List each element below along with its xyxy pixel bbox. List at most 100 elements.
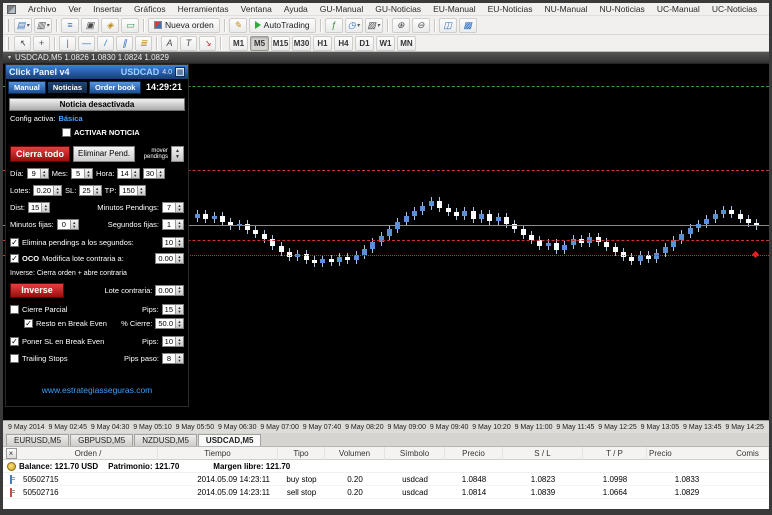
click-panel-titlebar[interactable]: Click Panel v4 USDCAD 4.0 ▦ — [6, 65, 188, 79]
label-button[interactable]: T — [180, 36, 197, 51]
menu-item[interactable]: GU-Manual — [314, 4, 369, 14]
zoom-out-button[interactable]: ⊖ — [412, 18, 430, 33]
minutos-pendings-stepper[interactable]: 7▲▼ — [162, 202, 184, 213]
order-row[interactable]: 50502716 2014.05.09 14:23:11 sell stop 0… — [3, 486, 769, 499]
minutos-stepper[interactable]: 30▲▼ — [143, 168, 165, 179]
toolbar-grip[interactable] — [6, 19, 9, 32]
terminal-column-header[interactable]: Volumen — [325, 447, 385, 460]
new-order-button[interactable]: Nueva orden — [148, 18, 220, 33]
arrows-button[interactable]: ↘ — [199, 36, 216, 51]
menu-item[interactable]: Gráficos — [128, 4, 172, 14]
autotrading-button[interactable]: AutoTrading — [249, 18, 316, 33]
terminal-column-header[interactable]: Símbolo — [385, 447, 445, 460]
tp-stepper[interactable]: 150▲▼ — [119, 185, 146, 196]
timeframe-button[interactable]: H4 — [334, 36, 353, 51]
activar-noticia-checkbox[interactable] — [62, 128, 71, 137]
elimina-pendings-checkbox[interactable] — [10, 238, 19, 247]
menu-item[interactable]: UC-Manual — [651, 4, 706, 14]
timeframe-button[interactable]: D1 — [355, 36, 374, 51]
menu-item[interactable]: Herramientas — [172, 4, 235, 14]
menu-item[interactable]: UC-Noticias — [706, 4, 763, 14]
timeframe-button[interactable]: M30 — [292, 36, 311, 51]
window-menu-icon[interactable]: ▾ — [8, 54, 11, 61]
tile-windows-button[interactable]: ◫ — [439, 18, 457, 33]
market-watch-button[interactable]: ≡ — [61, 18, 79, 33]
minutos-fijas-stepper[interactable]: 0▲▼ — [57, 219, 79, 230]
terminal-close-button[interactable]: × — [6, 448, 17, 459]
segundos-fijas-stepper[interactable]: 1▲▼ — [162, 219, 184, 230]
resto-break-even-checkbox[interactable] — [24, 319, 33, 328]
cursor-button[interactable]: ↖ — [14, 36, 31, 51]
chart-tab[interactable]: EURUSD,M5 — [6, 434, 69, 446]
menu-item[interactable]: NU-Noticias — [593, 4, 650, 14]
menu-item[interactable]: GU-Noticias — [369, 4, 427, 14]
timeframe-button[interactable]: M5 — [250, 36, 269, 51]
menu-item[interactable]: EU-Noticias — [482, 4, 539, 14]
cascade-windows-button[interactable]: ▩ — [459, 18, 477, 33]
new-chart-button[interactable]: ▤▾ — [14, 18, 32, 33]
dist-stepper[interactable]: 15▲▼ — [28, 202, 50, 213]
fibonacci-button[interactable]: ≣ — [135, 36, 152, 51]
crosshair-button[interactable]: + — [33, 36, 50, 51]
profiles-button[interactable]: ▥▾ — [34, 18, 52, 33]
panel-tab[interactable]: Manual — [8, 81, 46, 94]
terminal-column-header[interactable]: Precio — [647, 447, 727, 460]
channel-button[interactable]: ∥ — [116, 36, 133, 51]
menu-item[interactable]: Ayuda — [278, 4, 314, 14]
terminal-column-header[interactable]: Tipo — [278, 447, 325, 460]
cierre-pips-stepper[interactable]: 15▲▼ — [162, 304, 184, 315]
timeframe-button[interactable]: W1 — [376, 36, 395, 51]
data-window-button[interactable]: ▣ — [81, 18, 99, 33]
terminal-column-header[interactable]: Precio — [445, 447, 503, 460]
terminal-column-header[interactable]: T / P — [583, 447, 647, 460]
chart-tab[interactable]: NZDUSD,M5 — [134, 434, 197, 446]
indicators-button[interactable]: ƒ — [325, 18, 343, 33]
terminal-column-header[interactable]: Orden / — [19, 447, 158, 460]
chart-tab[interactable]: USDCAD,M5 — [198, 434, 262, 446]
zoom-in-button[interactable]: ⊕ — [392, 18, 410, 33]
dia-stepper[interactable]: 9▲▼ — [27, 168, 49, 179]
periods-button[interactable]: ◷▾ — [345, 18, 363, 33]
menu-item[interactable]: NU-Manual — [538, 4, 593, 14]
terminal-column-header[interactable]: Comis — [727, 447, 769, 460]
menu-item[interactable]: EU-Manual — [427, 4, 482, 14]
trendline-button[interactable]: / — [97, 36, 114, 51]
trailing-pips-stepper[interactable]: 8▲▼ — [162, 353, 184, 364]
timeframe-button[interactable]: M1 — [229, 36, 248, 51]
toolbar-grip[interactable] — [6, 37, 9, 50]
website-link[interactable]: www.estrategiasseguras.com — [6, 385, 188, 395]
menu-item[interactable]: Insertar — [87, 4, 128, 14]
sl-stepper[interactable]: 25▲▼ — [79, 185, 101, 196]
trailing-stops-checkbox[interactable] — [10, 354, 19, 363]
lotes-stepper[interactable]: 0.20▲▼ — [33, 185, 62, 196]
menu-item[interactable]: Archivo — [22, 4, 62, 14]
panel-tab[interactable]: Order book — [89, 81, 141, 94]
hora-stepper[interactable]: 14▲▼ — [117, 168, 139, 179]
chart-tab[interactable]: GBPUSD,M5 — [70, 434, 133, 446]
eliminar-pend-button[interactable]: Eliminar Pend. — [73, 146, 135, 162]
elimina-pendings-stepper[interactable]: 10▲▼ — [162, 237, 184, 248]
panel-tab[interactable]: Noticias — [47, 81, 88, 94]
lote-contraria-stepper[interactable]: 0.00▲▼ — [155, 285, 184, 296]
inverse-button[interactable]: Inverse — [10, 283, 64, 298]
menu-item[interactable]: Ver — [62, 4, 87, 14]
timeframe-button[interactable]: M15 — [271, 36, 290, 51]
poner-pips-stepper[interactable]: 10▲▼ — [162, 336, 184, 347]
oco-checkbox[interactable] — [10, 254, 19, 263]
horizontal-line-button[interactable]: ― — [78, 36, 95, 51]
timeframe-button[interactable]: H1 — [313, 36, 332, 51]
templates-button[interactable]: ▧▾ — [365, 18, 383, 33]
mes-stepper[interactable]: 5▲▼ — [71, 168, 93, 179]
text-button[interactable]: A — [161, 36, 178, 51]
menu-item[interactable]: Ventana — [235, 4, 278, 14]
cierre-pct-stepper[interactable]: 50.0▲▼ — [155, 318, 184, 329]
vertical-line-button[interactable]: | — [59, 36, 76, 51]
metaeditor-button[interactable]: ✎ — [229, 18, 247, 33]
timeframe-button[interactable]: MN — [397, 36, 416, 51]
cierra-todo-button[interactable]: Cierra todo — [10, 146, 70, 162]
cierre-parcial-checkbox[interactable] — [10, 305, 19, 314]
poner-sl-checkbox[interactable] — [10, 337, 19, 346]
navigator-button[interactable]: ◈ — [101, 18, 119, 33]
terminal-column-header[interactable]: Tiempo — [158, 447, 278, 460]
chart-area[interactable]: Click Panel v4 USDCAD 4.0 ▦ ManualNotici… — [3, 64, 769, 420]
